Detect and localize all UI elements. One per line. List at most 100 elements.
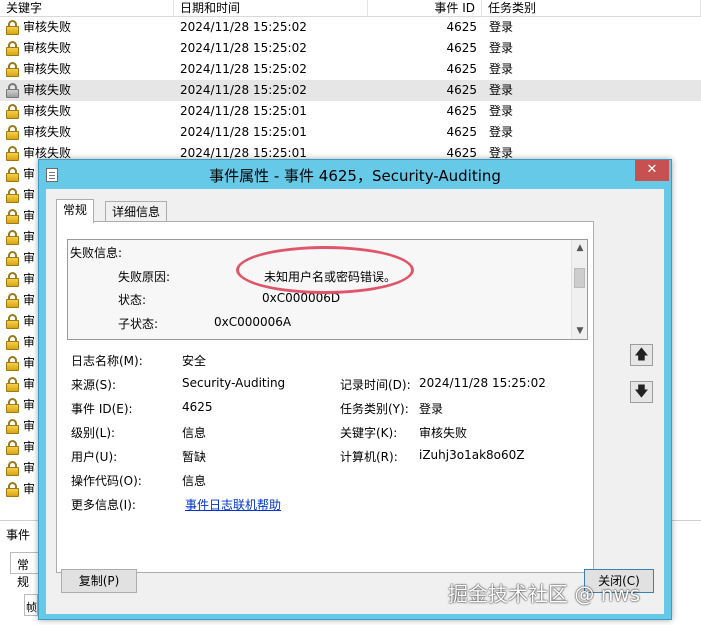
column-header-category[interactable]: 任务类别 bbox=[482, 0, 701, 17]
cell-keyword: 审核失败 bbox=[23, 104, 72, 118]
source-label: 来源(S): bbox=[71, 378, 117, 392]
cell-keyword: 审 bbox=[23, 230, 36, 244]
user-label: 用户(U): bbox=[71, 450, 118, 464]
online-help-link[interactable]: 事件日志联机帮助 bbox=[185, 496, 281, 513]
previous-event-button[interactable]: 🡅 bbox=[630, 344, 653, 366]
event-properties-dialog: 事件属性 - 事件 4625，Security-Auditing ✕ 常规 详细… bbox=[38, 159, 672, 620]
lock-icon bbox=[6, 419, 19, 434]
lock-icon bbox=[6, 209, 19, 224]
opcode-value: 信息 bbox=[182, 474, 207, 488]
task-category-label: 任务类别(Y): bbox=[340, 402, 409, 416]
logged-label: 记录时间(D): bbox=[340, 378, 411, 392]
computer-label: 计算机(R): bbox=[340, 450, 398, 464]
cell-keyword: 审核失败 bbox=[23, 20, 72, 34]
cell-category: 登录 bbox=[489, 104, 514, 118]
description-heading: 失败信息: bbox=[70, 246, 123, 260]
cell-keyword: 审 bbox=[23, 482, 36, 496]
cell-keyword: 审核失败 bbox=[23, 83, 72, 97]
cell-keyword: 审 bbox=[23, 209, 36, 223]
cell-category: 登录 bbox=[489, 125, 514, 139]
cell-event-id: 4625 bbox=[446, 20, 477, 34]
lock-icon bbox=[6, 188, 19, 203]
cell-keyword: 审 bbox=[23, 461, 36, 475]
tab-general[interactable]: 常规 bbox=[56, 199, 95, 223]
cell-keyword: 审 bbox=[23, 440, 36, 454]
highlight-ellipse bbox=[236, 246, 414, 294]
lock-icon bbox=[6, 104, 19, 119]
cell-keyword: 审核失败 bbox=[23, 125, 72, 139]
logged-value: 2024/11/28 15:25:02 bbox=[419, 376, 546, 390]
cell-category: 登录 bbox=[489, 83, 514, 97]
cell-datetime: 2024/11/28 15:25:02 bbox=[180, 41, 307, 55]
table-row[interactable]: 审核失败 2024/11/28 15:25:02 4625 登录 bbox=[0, 59, 701, 80]
cell-event-id: 4625 bbox=[446, 104, 477, 118]
lock-icon bbox=[6, 335, 19, 350]
table-row[interactable]: 审核失败 2024/11/28 15:25:02 4625 登录 bbox=[0, 17, 701, 38]
event-detail-pane-label: 事件 bbox=[6, 528, 31, 542]
failure-reason-label: 失败原因: bbox=[118, 270, 171, 284]
cell-datetime: 2024/11/28 15:25:02 bbox=[180, 83, 307, 97]
level-label: 级别(L): bbox=[71, 426, 116, 440]
computer-value: iZuhj3o1ak8o60Z bbox=[419, 448, 525, 462]
cell-datetime: 2024/11/28 15:25:02 bbox=[180, 20, 307, 34]
keywords-value: 审核失败 bbox=[419, 426, 468, 440]
cell-category: 登录 bbox=[489, 62, 514, 76]
cell-event-id: 4625 bbox=[446, 62, 477, 76]
cell-event-id: 4625 bbox=[446, 125, 477, 139]
cell-keyword: 审 bbox=[23, 377, 36, 391]
log-name-value: 安全 bbox=[182, 354, 207, 368]
more-info-label: 更多信息(I): bbox=[71, 498, 136, 512]
table-row[interactable]: 审核失败 2024/11/28 15:25:02 4625 登录 bbox=[0, 38, 701, 59]
lock-icon bbox=[6, 62, 19, 77]
scroll-down-arrow-icon[interactable]: ▼ bbox=[572, 323, 587, 339]
event-detail-pane-tab[interactable]: 常规 bbox=[10, 552, 40, 589]
lock-icon bbox=[6, 293, 19, 308]
lock-icon bbox=[6, 20, 19, 35]
cell-keyword: 审 bbox=[23, 398, 36, 412]
cell-keyword: 审 bbox=[23, 167, 36, 181]
log-name-label: 日志名称(M): bbox=[71, 354, 143, 368]
opcode-label: 操作代码(O): bbox=[71, 474, 142, 488]
description-scrollbar[interactable]: ▲ ▼ bbox=[571, 240, 587, 339]
cell-event-id: 4625 bbox=[446, 83, 477, 97]
cell-category: 登录 bbox=[489, 20, 514, 34]
cell-keyword: 审 bbox=[23, 272, 36, 286]
cell-keyword: 审 bbox=[23, 293, 36, 307]
cell-keyword: 审 bbox=[23, 188, 36, 202]
event-detail-pane-text: 帧 bbox=[26, 601, 37, 614]
lock-icon bbox=[6, 125, 19, 140]
status-label: 状态: bbox=[118, 293, 147, 307]
cell-keyword: 审 bbox=[23, 314, 36, 328]
source-value: Security-Auditing bbox=[182, 376, 286, 390]
lock-icon bbox=[6, 272, 19, 287]
lock-icon bbox=[6, 398, 19, 413]
table-row[interactable]: 审核失败 2024/11/28 15:25:01 4625 登录 bbox=[0, 122, 701, 143]
copy-button[interactable]: 复制(P) bbox=[61, 569, 137, 593]
close-icon[interactable]: ✕ bbox=[635, 160, 669, 181]
column-header-keyword[interactable]: 关键字 bbox=[0, 0, 174, 17]
table-row[interactable]: 审核失败 2024/11/28 15:25:02 4625 登录 bbox=[0, 80, 701, 101]
lock-icon bbox=[6, 377, 19, 392]
lock-icon bbox=[6, 41, 19, 56]
dialog-title-bar[interactable]: 事件属性 - 事件 4625，Security-Auditing ✕ bbox=[39, 160, 671, 189]
next-event-button[interactable]: 🡇 bbox=[630, 381, 653, 403]
level-value: 信息 bbox=[182, 426, 207, 440]
lock-icon bbox=[6, 83, 19, 98]
column-header-event-id[interactable]: 事件 ID bbox=[368, 0, 482, 17]
cell-category: 登录 bbox=[489, 41, 514, 55]
lock-icon bbox=[6, 440, 19, 455]
tab-details[interactable]: 详细信息 bbox=[105, 201, 168, 223]
table-row[interactable]: 审核失败 2024/11/28 15:25:01 4625 登录 bbox=[0, 101, 701, 122]
cell-datetime: 2024/11/28 15:25:01 bbox=[180, 125, 307, 139]
sub-status-label: 子状态: bbox=[118, 317, 159, 331]
dialog-title: 事件属性 - 事件 4625，Security-Auditing bbox=[209, 167, 501, 185]
cell-datetime: 2024/11/28 15:25:01 bbox=[180, 104, 307, 118]
column-header-datetime[interactable]: 日期和时间 bbox=[174, 0, 368, 17]
lock-icon bbox=[6, 356, 19, 371]
scroll-thumb[interactable] bbox=[574, 268, 585, 288]
lock-icon bbox=[6, 251, 19, 266]
task-category-value: 登录 bbox=[419, 402, 444, 416]
cell-keyword: 审核失败 bbox=[23, 62, 72, 76]
event-list-header: 关键字 日期和时间 事件 ID 任务类别 bbox=[0, 0, 701, 17]
scroll-up-arrow-icon[interactable]: ▲ bbox=[572, 240, 587, 256]
